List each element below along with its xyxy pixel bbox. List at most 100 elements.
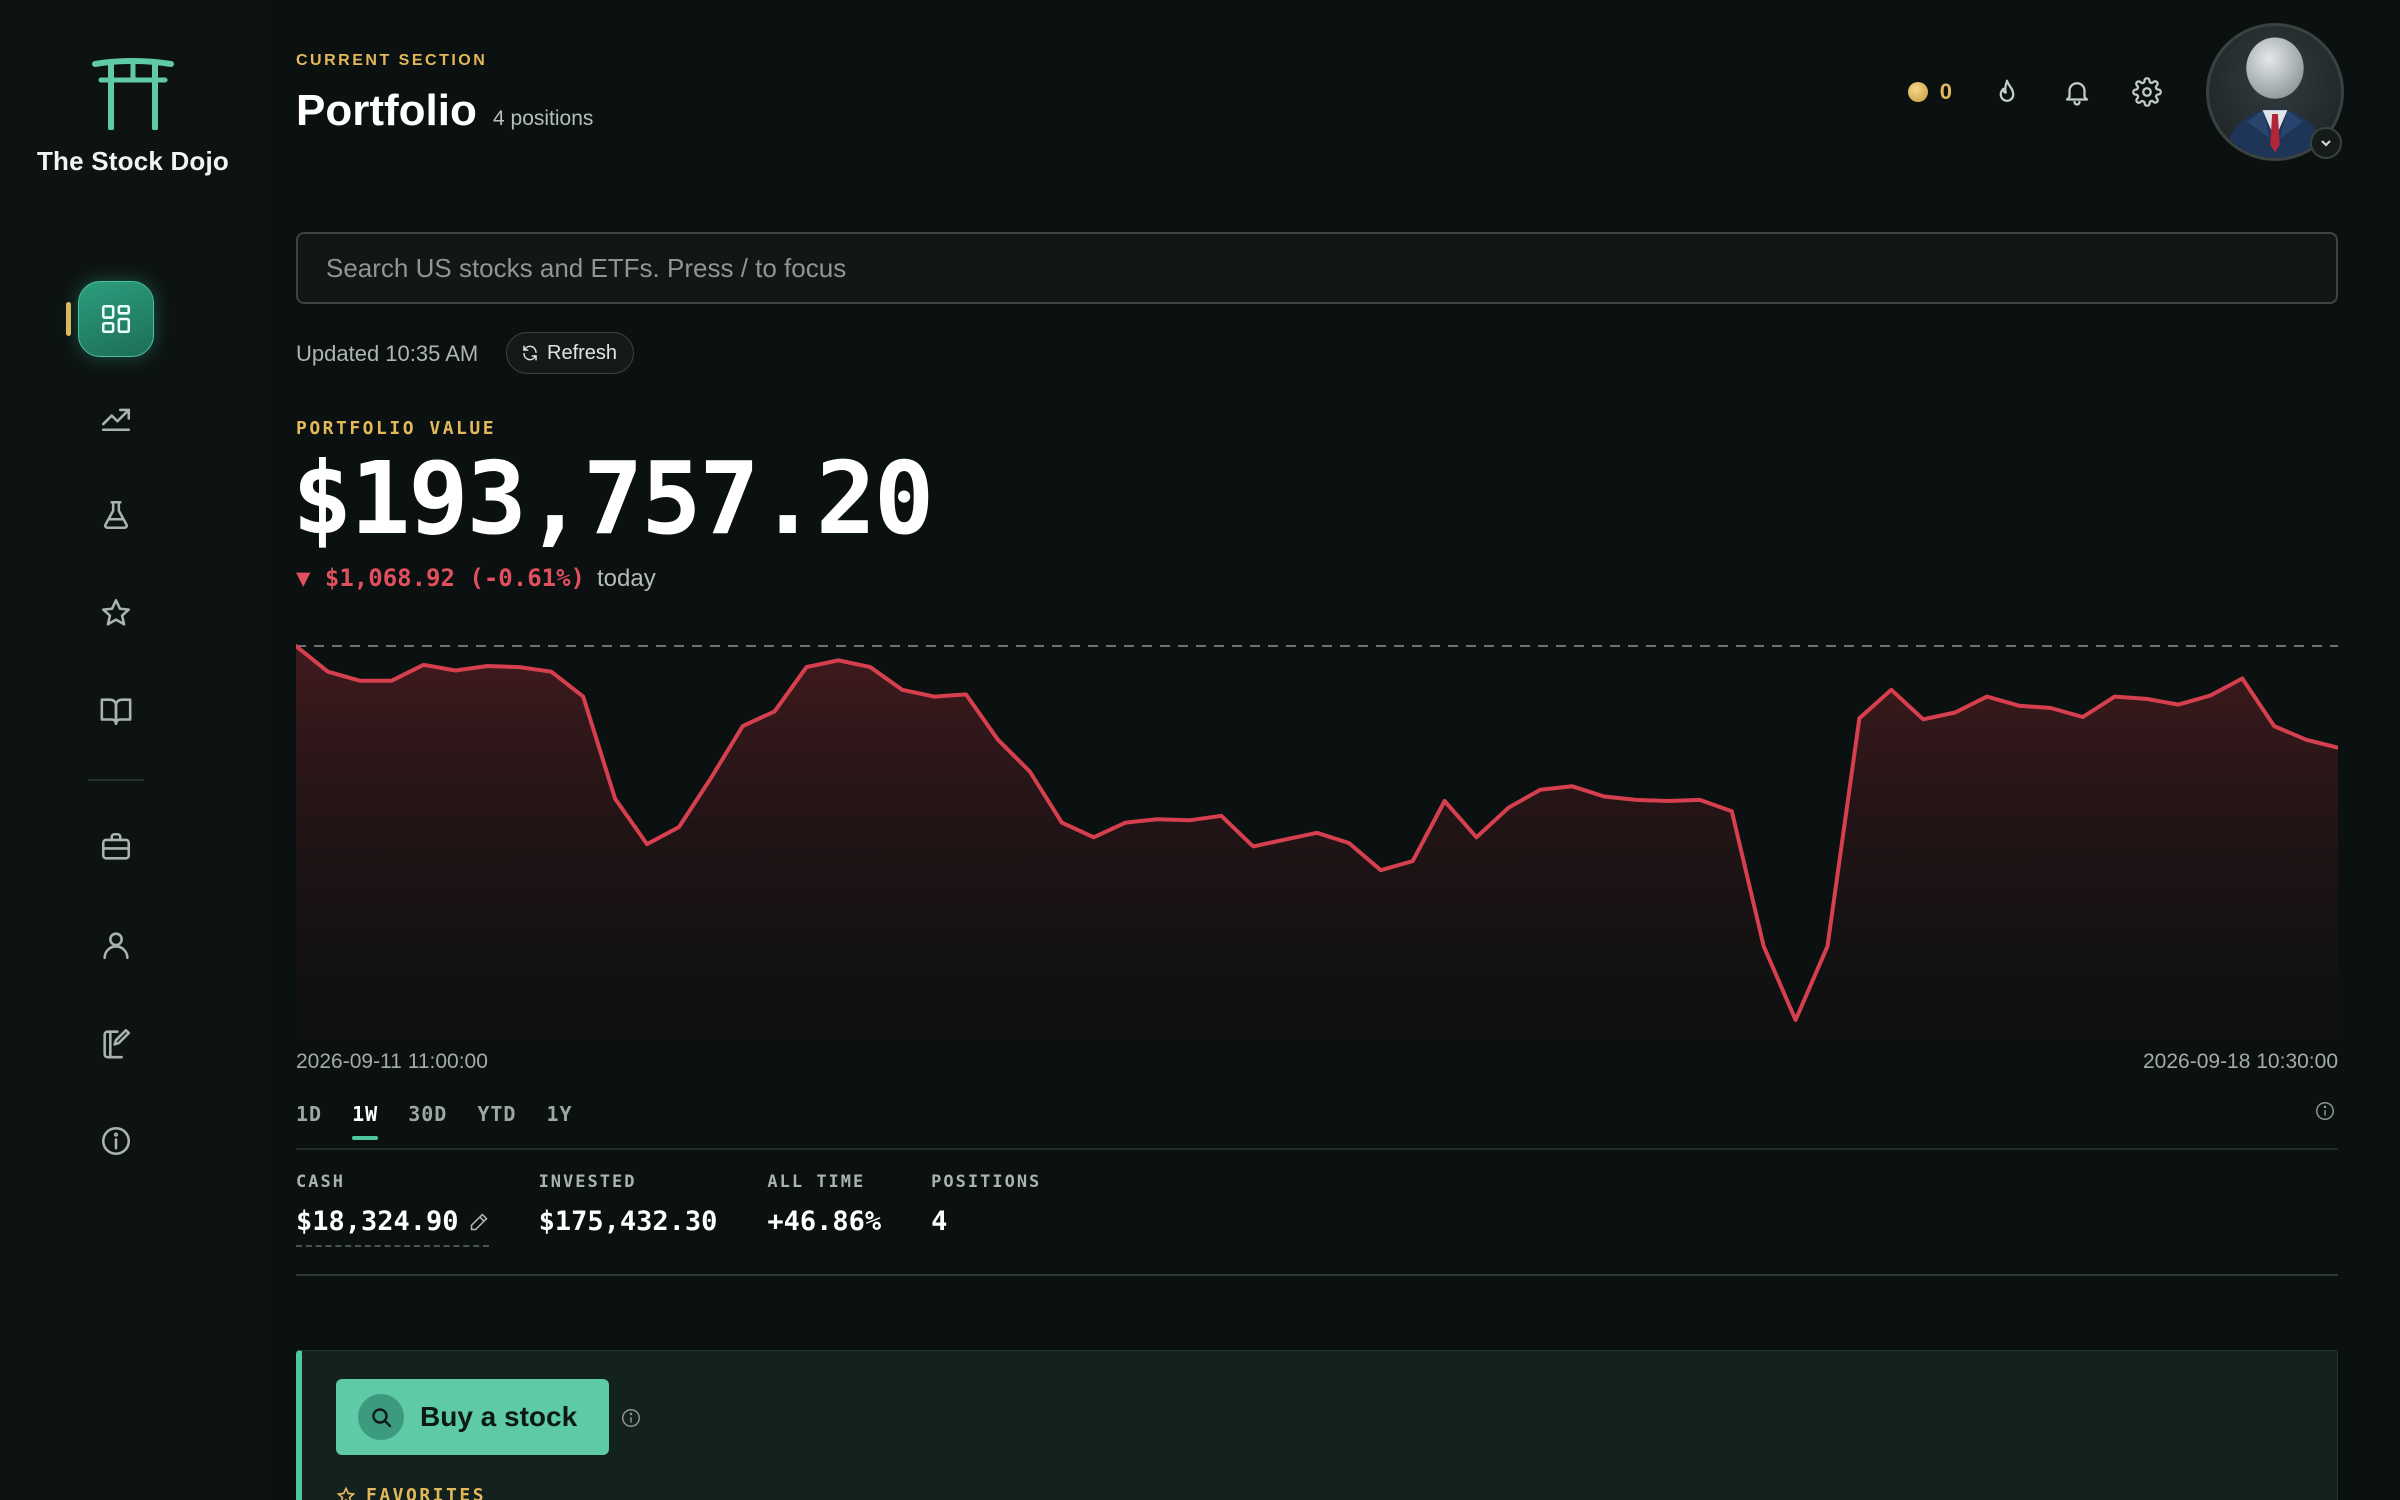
sidebar-item-about[interactable] [78, 1103, 154, 1179]
chart-point[interactable] [1758, 940, 1770, 952]
chart-point[interactable] [1534, 784, 1546, 796]
sidebar-item-learn[interactable] [78, 673, 154, 749]
chart-info-button[interactable] [2314, 1100, 2336, 1122]
streak-button[interactable] [1988, 73, 2026, 111]
chart-point[interactable] [1694, 794, 1706, 806]
chart-point[interactable] [1024, 766, 1036, 778]
chart-point[interactable] [2141, 693, 2153, 705]
chart-point[interactable] [386, 675, 398, 687]
chart-point[interactable] [1471, 831, 1483, 843]
chart-point[interactable] [1343, 837, 1355, 849]
chart-point[interactable] [1949, 707, 1961, 719]
trending-up-icon [101, 408, 131, 432]
chart-point[interactable] [1375, 864, 1387, 876]
info-icon [2316, 1102, 2334, 1120]
tab-range-30d[interactable]: 30D [408, 1102, 447, 1140]
chart-point[interactable] [1566, 780, 1578, 792]
chart-point[interactable] [1247, 840, 1259, 852]
chart-point[interactable] [2172, 699, 2184, 711]
chart-point[interactable] [1311, 827, 1323, 839]
chart-point[interactable] [1822, 940, 1834, 952]
tab-range-1d[interactable]: 1D [296, 1102, 322, 1140]
chart-point[interactable] [577, 691, 589, 703]
chart-point[interactable] [992, 734, 1004, 746]
chart-point[interactable] [1885, 684, 1897, 696]
stat-label: POSITIONS [931, 1172, 1042, 1192]
stat-value: 4 [931, 1206, 948, 1237]
tab-range-1w[interactable]: 1W [352, 1102, 379, 1140]
chart-point[interactable] [864, 661, 876, 673]
portfolio-chart[interactable] [296, 640, 2338, 1040]
chart-point[interactable] [1279, 834, 1291, 846]
sidebar-item-lab[interactable] [78, 477, 154, 553]
chart-point[interactable] [1726, 805, 1738, 817]
chart-point[interactable] [769, 705, 781, 717]
tab-range-ytd[interactable]: YTD [477, 1102, 516, 1140]
chart-point[interactable] [2204, 689, 2216, 701]
chart-point[interactable] [1981, 691, 1993, 703]
torii-gate-logo-icon [92, 58, 174, 130]
chart-point[interactable] [1088, 831, 1100, 843]
chart-point[interactable] [801, 661, 813, 673]
chart-point[interactable] [960, 688, 972, 700]
chart-point[interactable] [545, 666, 557, 678]
chart-point[interactable] [832, 654, 844, 666]
chart-point[interactable] [1120, 817, 1132, 829]
chart-point[interactable] [2109, 691, 2121, 703]
avatar-menu[interactable] [2206, 23, 2344, 161]
chart-point[interactable] [641, 838, 653, 850]
chart-point[interactable] [1917, 713, 1929, 725]
chart-point[interactable] [2013, 700, 2025, 712]
chart-point[interactable] [1630, 794, 1642, 806]
chart-point[interactable] [673, 821, 685, 833]
chart-point[interactable] [737, 720, 749, 732]
chart-point[interactable] [354, 675, 366, 687]
chart-point[interactable] [481, 660, 493, 672]
buy-info-button[interactable] [620, 1407, 642, 1429]
chart-point[interactable] [1662, 795, 1674, 807]
chart-point[interactable] [1790, 1014, 1802, 1026]
chart-point[interactable] [928, 691, 940, 703]
positions-count: 4 positions [493, 107, 594, 130]
chart-point[interactable] [1215, 810, 1227, 822]
chart-point[interactable] [2300, 734, 2312, 746]
chart-point[interactable] [705, 772, 717, 784]
chart-point[interactable] [2045, 702, 2057, 714]
chart-point[interactable] [1502, 802, 1514, 814]
chart-point[interactable] [609, 793, 621, 805]
refresh-button[interactable]: Refresh [506, 332, 635, 374]
sidebar-item-profile[interactable] [78, 907, 154, 983]
sidebar-item-dashboard[interactable] [78, 281, 154, 357]
stat-cash[interactable]: CASH $18,324.90 [296, 1172, 489, 1247]
chart-point[interactable] [896, 684, 908, 696]
chart-point[interactable] [513, 661, 525, 673]
sidebar-item-markets[interactable] [78, 379, 154, 455]
buy-stock-button[interactable]: Buy a stock [336, 1379, 610, 1455]
chart-point[interactable] [1407, 855, 1419, 867]
notifications-button[interactable] [2058, 73, 2096, 111]
chart-point[interactable] [1056, 817, 1068, 829]
tab-range-1y[interactable]: 1Y [546, 1102, 572, 1140]
coin-balance[interactable]: 0 [1907, 79, 1952, 105]
chart-point[interactable] [2236, 672, 2248, 684]
chart-point[interactable] [2077, 711, 2089, 723]
chart-point[interactable] [1183, 814, 1195, 826]
buy-stock-label: Buy a stock [420, 1401, 578, 1432]
settings-button[interactable] [2128, 73, 2166, 111]
chart-point[interactable] [1439, 795, 1451, 807]
sidebar-item-portfolio[interactable] [78, 809, 154, 885]
chart-point[interactable] [1598, 790, 1610, 802]
sidebar-item-favorites[interactable] [78, 575, 154, 651]
chart-point[interactable] [450, 665, 462, 677]
brand[interactable]: The Stock Dojo [0, 56, 266, 177]
chart-point[interactable] [1151, 813, 1163, 825]
chart-point[interactable] [418, 659, 430, 671]
search-input[interactable] [296, 232, 2338, 304]
chart-point[interactable] [322, 666, 334, 678]
pencil-icon[interactable] [469, 1212, 489, 1232]
sidebar: The Stock Dojo [0, 0, 266, 1500]
change-period: today [596, 565, 656, 592]
chart-point[interactable] [2268, 720, 2280, 732]
sidebar-item-journal[interactable] [78, 1005, 154, 1081]
chart-point[interactable] [1853, 712, 1865, 724]
